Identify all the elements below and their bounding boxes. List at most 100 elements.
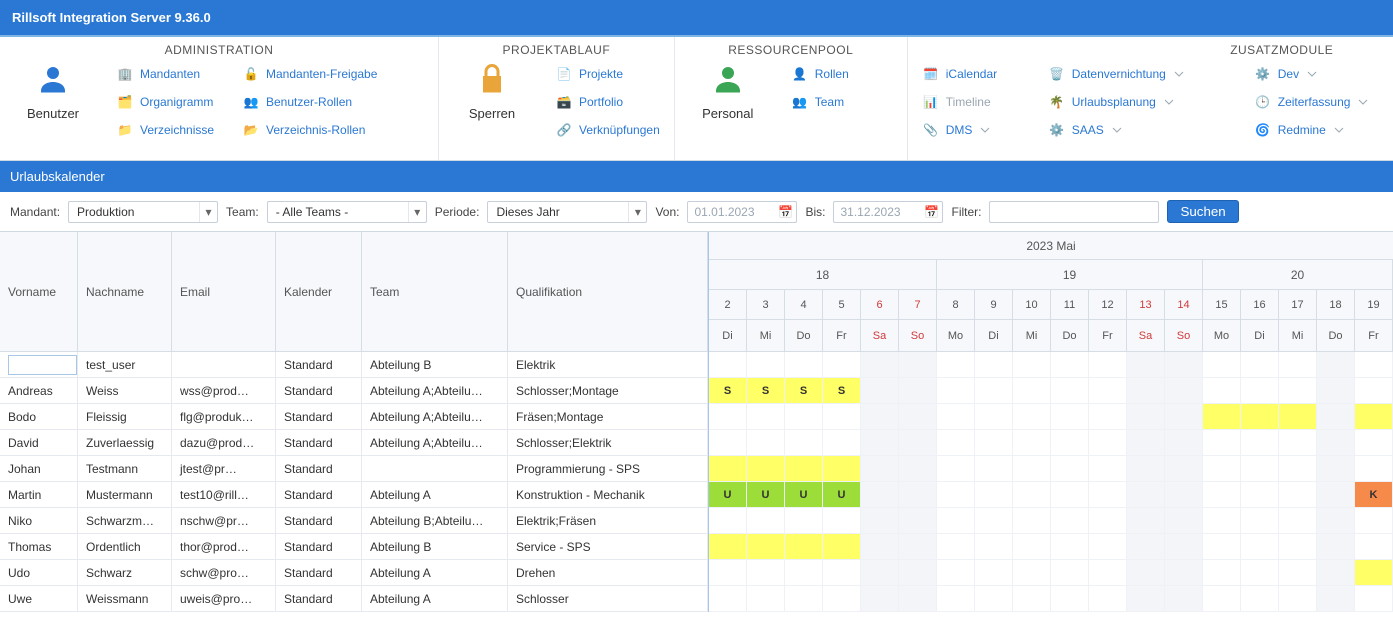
calendar-cell[interactable] (1089, 508, 1127, 534)
calendar-cell[interactable] (899, 508, 937, 534)
verzeichnis-rollen-link[interactable]: 📂Verzeichnis-Rollen (238, 117, 428, 143)
calendar-cell[interactable] (709, 586, 747, 612)
calendar-cell[interactable] (1203, 404, 1241, 430)
calendar-cell[interactable]: U (747, 482, 785, 508)
calendar-cell[interactable] (1089, 586, 1127, 612)
table-row[interactable]: JohanTestmannjtest@pr…StandardProgrammie… (0, 456, 708, 482)
calendar-cell[interactable] (709, 560, 747, 586)
calendar-cell[interactable] (1127, 352, 1165, 378)
calendar-cell[interactable] (709, 534, 747, 560)
calendar-cell[interactable] (823, 560, 861, 586)
calendar-cell[interactable] (1089, 352, 1127, 378)
calendar-cell[interactable] (861, 586, 899, 612)
calendar-cell[interactable] (785, 352, 823, 378)
calendar-cell[interactable] (1203, 482, 1241, 508)
calendar-cell[interactable] (823, 430, 861, 456)
calendar-cell[interactable] (1051, 352, 1089, 378)
calendar-cell[interactable] (1355, 378, 1393, 404)
calendar-cell[interactable] (861, 352, 899, 378)
calendar-cell[interactable] (709, 508, 747, 534)
table-row[interactable]: UweWeissmannuweis@pro…StandardAbteilung … (0, 586, 708, 612)
calendar-cell[interactable] (975, 560, 1013, 586)
mandanten-freigabe-link[interactable]: 🔓Mandanten-Freigabe (238, 61, 428, 87)
calendar-cell[interactable] (937, 456, 975, 482)
calendar-cell[interactable] (1013, 560, 1051, 586)
calendar-cell[interactable] (823, 456, 861, 482)
verzeichnisse-link[interactable]: 📁Verzeichnisse (112, 117, 222, 143)
calendar-cell[interactable] (1203, 534, 1241, 560)
benutzer-button[interactable]: Benutzer (10, 61, 96, 121)
calendar-cell[interactable] (975, 586, 1013, 612)
calendar-cell[interactable] (899, 586, 937, 612)
col-header-team[interactable]: Team (362, 232, 508, 352)
calendar-cell[interactable] (1013, 456, 1051, 482)
calendar-cell[interactable] (937, 352, 975, 378)
table-row[interactable]: UdoSchwarzschw@pro…StandardAbteilung ADr… (0, 560, 708, 586)
calendar-cell[interactable] (975, 352, 1013, 378)
calendar-cell[interactable] (823, 352, 861, 378)
calendar-cell[interactable] (1051, 586, 1089, 612)
calendar-cell[interactable] (975, 482, 1013, 508)
calendar-cell[interactable] (1241, 430, 1279, 456)
calendar-cell[interactable] (1013, 378, 1051, 404)
calendar-cell[interactable] (1051, 482, 1089, 508)
calendar-cell[interactable] (975, 456, 1013, 482)
bis-date-input[interactable]: 31.12.2023 📅 (833, 201, 943, 223)
calendar-cell[interactable] (1279, 586, 1317, 612)
calendar-cell[interactable] (747, 534, 785, 560)
calendar-cell[interactable] (975, 404, 1013, 430)
calendar-cell[interactable]: U (785, 482, 823, 508)
calendar-cell[interactable] (1089, 482, 1127, 508)
calendar-cell[interactable] (1203, 508, 1241, 534)
calendar-cell[interactable] (1051, 378, 1089, 404)
calendar-cell[interactable] (1089, 378, 1127, 404)
calendar-cell[interactable] (1317, 586, 1355, 612)
redmine-link[interactable]: 🌀Redmine (1250, 117, 1393, 143)
calendar-cell[interactable] (1241, 560, 1279, 586)
calendar-cell[interactable] (1127, 378, 1165, 404)
calendar-cell[interactable] (709, 456, 747, 482)
calendar-cell[interactable] (1165, 482, 1203, 508)
search-button[interactable]: Suchen (1167, 200, 1238, 223)
calendar-cell[interactable] (1165, 430, 1203, 456)
calendar-cell[interactable] (1355, 456, 1393, 482)
calendar-cell[interactable] (937, 430, 975, 456)
calendar-cell[interactable]: K (1355, 482, 1393, 508)
calendar-cell[interactable] (975, 378, 1013, 404)
calendar-cell[interactable] (899, 482, 937, 508)
calendar-cell[interactable] (1165, 586, 1203, 612)
calendar-cell[interactable] (1127, 508, 1165, 534)
calendar-cell[interactable] (1317, 508, 1355, 534)
calendar-cell[interactable] (899, 560, 937, 586)
table-row[interactable]: MartinMustermanntest10@rill…StandardAbte… (0, 482, 708, 508)
calendar-cell[interactable] (1013, 404, 1051, 430)
calendar-cell[interactable] (1241, 404, 1279, 430)
calendar-cell[interactable] (1279, 560, 1317, 586)
team-select[interactable]: - Alle Teams - ▾ (267, 201, 427, 223)
urlaubsplanung-link[interactable]: 🌴Urlaubsplanung (1044, 89, 1234, 115)
calendar-cell[interactable] (1051, 430, 1089, 456)
calendar-cell[interactable] (1279, 430, 1317, 456)
calendar-cell[interactable] (747, 586, 785, 612)
calendar-cell[interactable] (1355, 404, 1393, 430)
vorname-edit-input[interactable] (8, 355, 77, 375)
calendar-cell[interactable] (1203, 456, 1241, 482)
table-row[interactable]: BodoFleissigflg@produk…StandardAbteilung… (0, 404, 708, 430)
calendar-cell[interactable] (1051, 560, 1089, 586)
calendar-cell[interactable] (1355, 560, 1393, 586)
verknuepfungen-link[interactable]: 🔗Verknüpfungen (551, 117, 664, 143)
calendar-cell[interactable] (1013, 430, 1051, 456)
calendar-cell[interactable] (1203, 586, 1241, 612)
calendar-cell[interactable] (899, 534, 937, 560)
calendar-cell[interactable] (747, 456, 785, 482)
calendar-cell[interactable] (1241, 378, 1279, 404)
calendar-cell[interactable] (1317, 352, 1355, 378)
calendar-cell[interactable] (899, 404, 937, 430)
col-header-nachname[interactable]: Nachname (78, 232, 172, 352)
table-row[interactable]: AndreasWeisswss@prod…StandardAbteilung A… (0, 378, 708, 404)
calendar-cell[interactable] (709, 430, 747, 456)
calendar-cell[interactable] (899, 378, 937, 404)
calendar-cell[interactable] (823, 508, 861, 534)
filter-input[interactable] (989, 201, 1159, 223)
calendar-cell[interactable] (861, 456, 899, 482)
